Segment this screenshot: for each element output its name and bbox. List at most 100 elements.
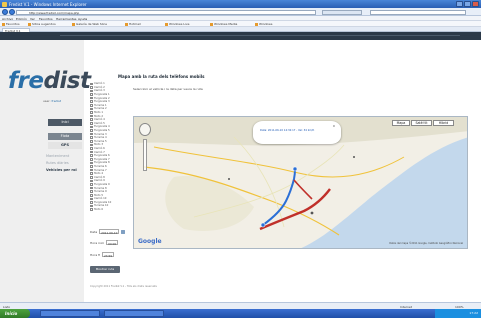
vehicle-checkbox[interactable] xyxy=(90,122,93,125)
vehicle-checkbox[interactable] xyxy=(90,201,93,204)
vehicle-checkbox[interactable] xyxy=(90,175,93,179)
vehicle-checkbox[interactable] xyxy=(90,114,93,118)
vehicle-checkbox[interactable] xyxy=(90,154,93,157)
forward-icon[interactable] xyxy=(9,9,15,15)
search-box[interactable] xyxy=(370,9,466,15)
vehicle-checkbox[interactable] xyxy=(90,172,93,175)
zoom-level[interactable]: 100% xyxy=(455,305,464,309)
minimize-button[interactable] xyxy=(456,1,463,7)
vehicle-checkbox[interactable] xyxy=(90,93,93,96)
vehicle-checkbox[interactable] xyxy=(90,179,93,183)
vehicle-checkbox[interactable] xyxy=(90,183,93,186)
show-route-button[interactable]: Mostrar ruta xyxy=(90,266,120,273)
vehicle-checkbox[interactable] xyxy=(90,96,93,100)
fav-link[interactable]: Windows xyxy=(255,22,272,26)
nav-inici-button[interactable]: Inici xyxy=(48,119,82,126)
vehicle-checkbox[interactable] xyxy=(90,157,93,161)
user-name[interactable]: fredist xyxy=(51,99,61,103)
fav-link[interactable]: Windows Media xyxy=(210,22,237,26)
vehicle-checkbox[interactable] xyxy=(90,190,93,193)
vehicle-checkbox[interactable] xyxy=(90,168,93,172)
map-type-satellite[interactable]: Satèl·lit xyxy=(411,120,432,126)
info-window: x Data: 2011-06-10 14:32:17 - Vel: 34 km… xyxy=(253,121,341,144)
fav-link[interactable]: Galería de Web Slice xyxy=(72,22,107,26)
vehicle-item[interactable]: Moto 6 xyxy=(90,208,128,212)
calendar-icon[interactable] xyxy=(121,229,126,234)
vehicle-checkbox[interactable] xyxy=(90,100,93,104)
vehicle-checkbox[interactable] xyxy=(90,111,93,114)
vehicle-label: Furgoneta 3 xyxy=(94,100,110,104)
vehicle-checkbox[interactable] xyxy=(90,143,93,147)
vehicle-checkbox[interactable] xyxy=(90,107,93,111)
map-type-mapa[interactable]: Mapa xyxy=(392,120,410,126)
vehicle-checkbox[interactable] xyxy=(90,204,93,208)
vehicle-checkbox[interactable] xyxy=(90,104,93,107)
refresh-stop-buttons[interactable] xyxy=(322,9,362,15)
route-start-marker xyxy=(260,222,266,228)
page-icon xyxy=(165,22,168,26)
google-logo[interactable]: Google xyxy=(138,238,162,245)
map-pan-control[interactable] xyxy=(139,123,151,136)
back-icon[interactable] xyxy=(2,9,8,15)
maximize-button[interactable] xyxy=(464,1,471,7)
end-time-select[interactable]: 23:59 xyxy=(102,252,115,258)
map-zoom-slider[interactable] xyxy=(143,139,147,171)
vehicle-checkbox[interactable] xyxy=(90,89,93,93)
vehicle-checkbox[interactable] xyxy=(90,140,93,143)
nav-gps-button[interactable]: GPS xyxy=(48,142,82,149)
vehicle-checkbox[interactable] xyxy=(90,150,93,154)
map-type-hybrid[interactable]: Híbrid xyxy=(433,120,454,126)
route-map[interactable]: Mapa Satèl·lit Híbrid x Data: 2011-06-10… xyxy=(133,116,468,249)
window-title: Fredist V.1 - Windows Internet Explorer xyxy=(9,1,87,7)
nav-manteniment-link[interactable]: Manteniment xyxy=(46,154,69,158)
page-instructions: Seleccioni el vehicle i la data per veur… xyxy=(133,87,203,91)
fav-link[interactable]: Hotmail xyxy=(125,22,141,26)
vehicle-label: Camió 4 xyxy=(94,118,105,122)
vehicle-checkbox[interactable] xyxy=(90,125,93,129)
nav-rutes-link[interactable]: Rutes diàries xyxy=(46,161,69,165)
close-icon[interactable]: x xyxy=(333,124,335,128)
start-time-select[interactable]: 00:00 xyxy=(106,240,119,246)
vehicle-checkbox[interactable] xyxy=(90,82,93,86)
date-label: Data xyxy=(90,229,98,234)
page-icon xyxy=(72,22,75,26)
sidebar: fredist user: fredist Inici Flota GPS Ma… xyxy=(0,40,91,302)
fredist-logo[interactable]: fredist xyxy=(8,68,91,94)
city-dot xyxy=(228,178,230,180)
nav-vehicles-link[interactable]: Vehicles per rol xyxy=(46,168,77,172)
vehicle-checkbox[interactable] xyxy=(90,208,93,211)
vehicle-checkbox[interactable] xyxy=(90,136,93,139)
nav-flota-button[interactable]: Flota xyxy=(48,133,82,140)
vehicle-checkbox[interactable] xyxy=(90,118,93,122)
vehicle-checkbox[interactable] xyxy=(90,186,93,190)
vehicle-checkbox[interactable] xyxy=(90,132,93,136)
address-text: http://www.fredist.com/mapa.php xyxy=(29,11,80,16)
vehicle-label: Turisme 9 xyxy=(94,190,107,194)
star-icon xyxy=(2,22,5,26)
address-bar[interactable]: http://www.fredist.com/mapa.php xyxy=(16,9,316,16)
vehicle-checkbox[interactable] xyxy=(90,147,93,150)
vehicle-checkbox[interactable] xyxy=(90,129,93,132)
date-row: Data 2011-06-10 xyxy=(90,229,126,235)
ie-icon xyxy=(2,1,7,7)
date-input[interactable]: 2011-06-10 xyxy=(99,229,120,235)
vehicle-label: Camió 1 xyxy=(94,82,105,86)
site-header-bar xyxy=(0,32,481,40)
zone-text: Internet xyxy=(400,304,412,309)
system-tray-clock[interactable]: 17:22 xyxy=(435,309,481,318)
city-dot xyxy=(353,156,355,158)
fav-link[interactable]: Windows Live xyxy=(165,22,189,26)
fav-link[interactable]: Sitios sugeridos xyxy=(28,22,56,26)
taskbar-window-button[interactable] xyxy=(104,310,164,317)
vehicle-checkbox[interactable] xyxy=(90,161,93,165)
vehicle-label: Furgoneta 5 xyxy=(94,129,110,133)
favorites-star[interactable]: Favoritos xyxy=(2,22,20,26)
close-button[interactable] xyxy=(472,1,479,7)
vehicle-checkbox[interactable] xyxy=(90,165,93,168)
end-time-row: Hora fi 23:59 xyxy=(90,252,115,258)
start-button[interactable]: Inicio xyxy=(0,309,30,318)
vehicle-checkbox[interactable] xyxy=(90,193,93,197)
taskbar-window-button[interactable] xyxy=(40,310,100,317)
vehicle-checkbox[interactable] xyxy=(90,86,93,89)
vehicle-checkbox[interactable] xyxy=(90,197,93,201)
